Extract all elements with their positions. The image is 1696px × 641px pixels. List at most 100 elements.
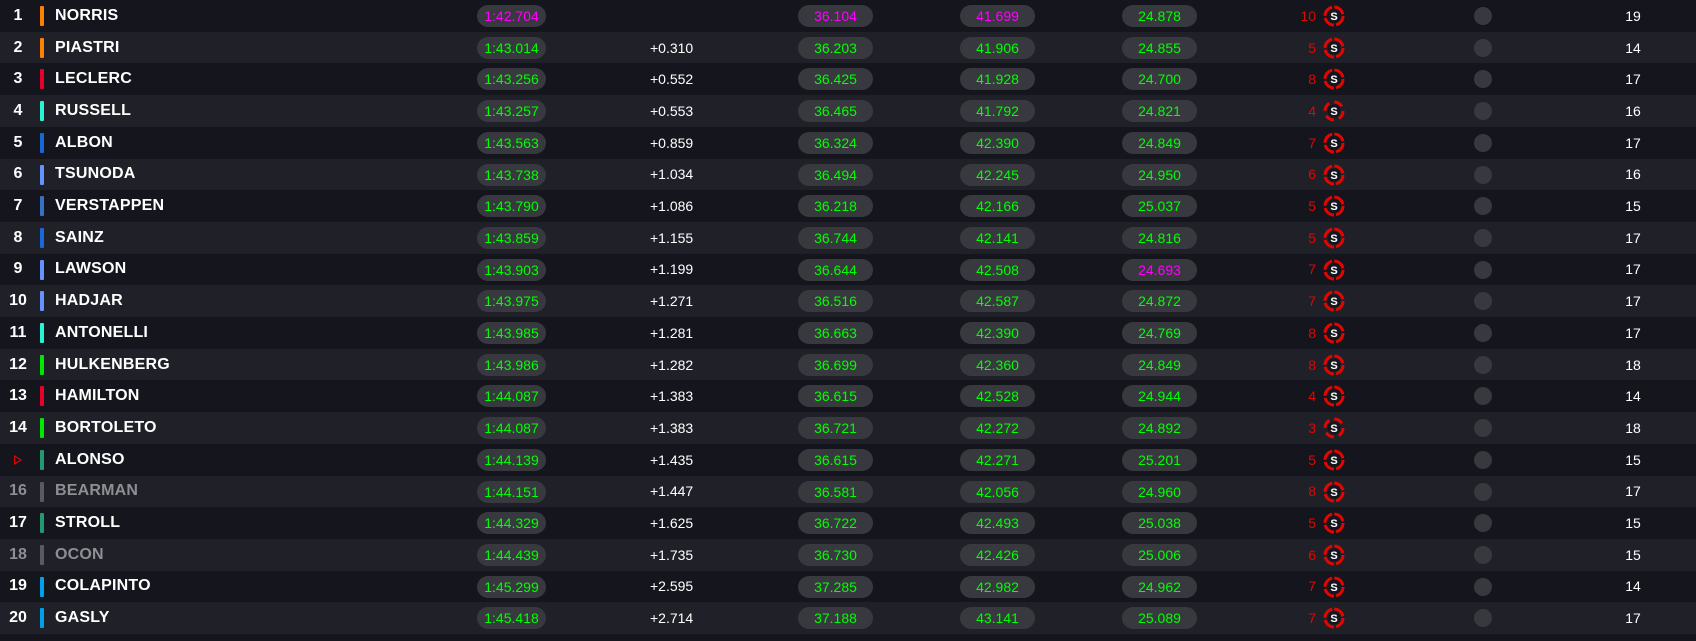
- driver-name[interactable]: NORRIS: [55, 0, 118, 32]
- driver-name[interactable]: RUSSELL: [55, 95, 131, 127]
- sector-3-time: 24.849: [1122, 353, 1197, 376]
- gap-to-leader: +1.447: [650, 483, 694, 500]
- driver-name[interactable]: PIASTRI: [55, 32, 120, 64]
- svg-text:S: S: [1330, 455, 1337, 467]
- driver-name[interactable]: OCON: [55, 539, 104, 571]
- team-color-bar: [40, 101, 44, 122]
- sector-1-time: 36.203: [798, 36, 873, 59]
- laps-count: 17: [1625, 71, 1641, 88]
- gap-to-leader: +1.086: [650, 198, 694, 215]
- sector-1-time: 36.730: [798, 543, 873, 566]
- table-row[interactable]: 10 HADJAR 1:43.975 +1.271 36.516 42.587 24.872…: [0, 285, 1696, 317]
- position-number: [6, 444, 30, 476]
- best-lap-time: 1:43.903: [477, 258, 546, 281]
- team-color-bar: [40, 6, 44, 26]
- svg-text:S: S: [1330, 296, 1337, 308]
- sector-1-time: 37.188: [798, 607, 873, 630]
- table-row[interactable]: 2 PIASTRI 1:43.014 +0.310 36.203 41.906 24.855…: [0, 31, 1696, 64]
- sector-1-time: 36.425: [798, 68, 873, 91]
- table-row[interactable]: 20 GASLY 1:45.418 +2.714 37.188 43.141 25.089 7…: [0, 602, 1696, 634]
- sector-3-time: 24.892: [1122, 417, 1197, 440]
- soft-tyre-icon: S: [1323, 417, 1345, 439]
- team-color-bar: [40, 323, 44, 343]
- driver-name[interactable]: HADJAR: [55, 285, 123, 317]
- tyre-laps: 8: [1308, 483, 1316, 500]
- tyre-laps: 5: [1308, 229, 1316, 246]
- tyre-laps: 7: [1308, 261, 1316, 278]
- sector-2-time: 42.360: [960, 353, 1035, 376]
- table-row[interactable]: 1 NORRIS 1:42.704 36.104 41.699 24.878 10 S 19: [0, 0, 1696, 32]
- driver-name[interactable]: BORTOLETO: [55, 412, 157, 444]
- position-number: 8: [13, 228, 23, 246]
- sector-1-time: 36.324: [798, 131, 873, 154]
- table-row[interactable]: 13 HAMILTON 1:44.087 +1.383 36.615 42.528 24.9…: [0, 380, 1696, 413]
- driver-name[interactable]: TSUNODA: [55, 159, 136, 191]
- best-lap-time: 1:42.704: [477, 5, 546, 27]
- sector-1-time: 36.722: [798, 512, 873, 535]
- laps-count: 17: [1625, 229, 1641, 246]
- tyre-laps: 7: [1308, 293, 1316, 310]
- best-lap-time: 1:44.087: [477, 385, 546, 408]
- status-dot: [1474, 419, 1492, 438]
- driver-name[interactable]: SAINZ: [55, 222, 104, 254]
- sector-2-time: 42.390: [960, 322, 1035, 344]
- table-row[interactable]: 16 BEARMAN 1:44.151 +1.447 36.581 42.056 24.96…: [0, 475, 1696, 508]
- driver-name[interactable]: BEARMAN: [55, 476, 138, 508]
- status-dot: [1474, 133, 1492, 152]
- status-dot: [1474, 482, 1492, 501]
- driver-name[interactable]: LAWSON: [55, 254, 126, 286]
- status-dot: [1474, 292, 1492, 311]
- status-dot: [1474, 102, 1492, 121]
- driver-name[interactable]: HAMILTON: [55, 380, 140, 412]
- team-color-bar: [40, 449, 44, 470]
- gap-to-leader: +1.383: [650, 419, 694, 436]
- sector-3-time: 24.855: [1122, 36, 1197, 59]
- status-dot: [1474, 577, 1492, 596]
- laps-count: 17: [1625, 483, 1641, 500]
- driver-name[interactable]: GASLY: [55, 602, 110, 634]
- position-number: 19: [9, 577, 27, 595]
- driver-name[interactable]: HULKENBERG: [55, 349, 170, 381]
- best-lap-time: 1:43.975: [477, 290, 546, 313]
- table-row[interactable]: 8 SAINZ 1:43.859 +1.155 36.744 42.141 24.816 5 S…: [0, 221, 1696, 254]
- laps-count: 17: [1625, 261, 1641, 278]
- gap-to-leader: +1.435: [650, 451, 694, 468]
- position-number: 10: [9, 292, 27, 310]
- tyre-laps: 6: [1308, 546, 1316, 563]
- table-row[interactable]: 17 STROLL 1:44.329 +1.625 36.722 42.493 25.038…: [0, 507, 1696, 539]
- status-dot: [1474, 38, 1492, 57]
- table-row[interactable]: 7 VERSTAPPEN 1:43.790 +1.086 36.218 42.166 25.…: [0, 190, 1696, 222]
- table-row[interactable]: 19 COLAPINTO 1:45.299 +2.595 37.285 42.982 24.…: [0, 570, 1696, 603]
- gap-to-leader: +1.155: [650, 229, 694, 246]
- driver-name[interactable]: ALONSO: [55, 444, 125, 476]
- timing-board: 1 NORRIS 1:42.704 36.104 41.699 24.878 10 S 19 2 P…: [0, 0, 1696, 641]
- driver-name[interactable]: STROLL: [55, 507, 120, 539]
- soft-tyre-icon: S: [1323, 68, 1345, 90]
- table-row[interactable]: 12 HULKENBERG 1:43.986 +1.282 36.699 42.360 24…: [0, 348, 1696, 381]
- driver-name[interactable]: COLAPINTO: [55, 571, 151, 603]
- driver-name[interactable]: ALBON: [55, 127, 113, 159]
- laps-count: 15: [1625, 515, 1641, 532]
- table-row[interactable]: 4 RUSSELL 1:43.257 +0.553 36.465 41.792 24.821…: [0, 95, 1696, 127]
- table-row[interactable]: ALONSO 1:44.139 +1.435 36.615 42.271 25.201 5 S…: [0, 443, 1696, 476]
- soft-tyre-icon: S: [1323, 37, 1345, 59]
- soft-tyre-icon: S: [1323, 322, 1345, 344]
- table-row[interactable]: 9 LAWSON 1:43.903 +1.199 36.644 42.508 24.693 7…: [0, 253, 1696, 286]
- table-row[interactable]: 14 BORTOLETO 1:44.087 +1.383 36.721 42.272 24.…: [0, 412, 1696, 444]
- team-color-bar: [40, 227, 44, 248]
- table-row[interactable]: 3 LECLERC 1:43.256 +0.552 36.425 41.928 24.700…: [0, 63, 1696, 96]
- driver-name[interactable]: VERSTAPPEN: [55, 190, 164, 222]
- table-row[interactable]: 5 ALBON 1:43.563 +0.859 36.324 42.390 24.849 7 S…: [0, 126, 1696, 159]
- table-row[interactable]: 11 ANTONELLI 1:43.985 +1.281 36.663 42.390 24.…: [0, 317, 1696, 349]
- position-number: 16: [9, 482, 27, 500]
- laps-count: 17: [1625, 293, 1641, 310]
- soft-tyre-icon: S: [1323, 259, 1345, 281]
- tyre-laps: 6: [1308, 166, 1316, 183]
- driver-name[interactable]: ANTONELLI: [55, 317, 148, 349]
- soft-tyre-icon: S: [1323, 481, 1345, 503]
- svg-text:S: S: [1330, 518, 1337, 530]
- driver-name[interactable]: LECLERC: [55, 63, 132, 95]
- table-row[interactable]: 6 TSUNODA 1:43.738 +1.034 36.494 42.245 24.950…: [0, 158, 1696, 191]
- table-row[interactable]: 18 OCON 1:44.439 +1.735 36.730 42.426 25.006 6 S…: [0, 538, 1696, 571]
- best-lap-time: 1:43.790: [477, 195, 546, 218]
